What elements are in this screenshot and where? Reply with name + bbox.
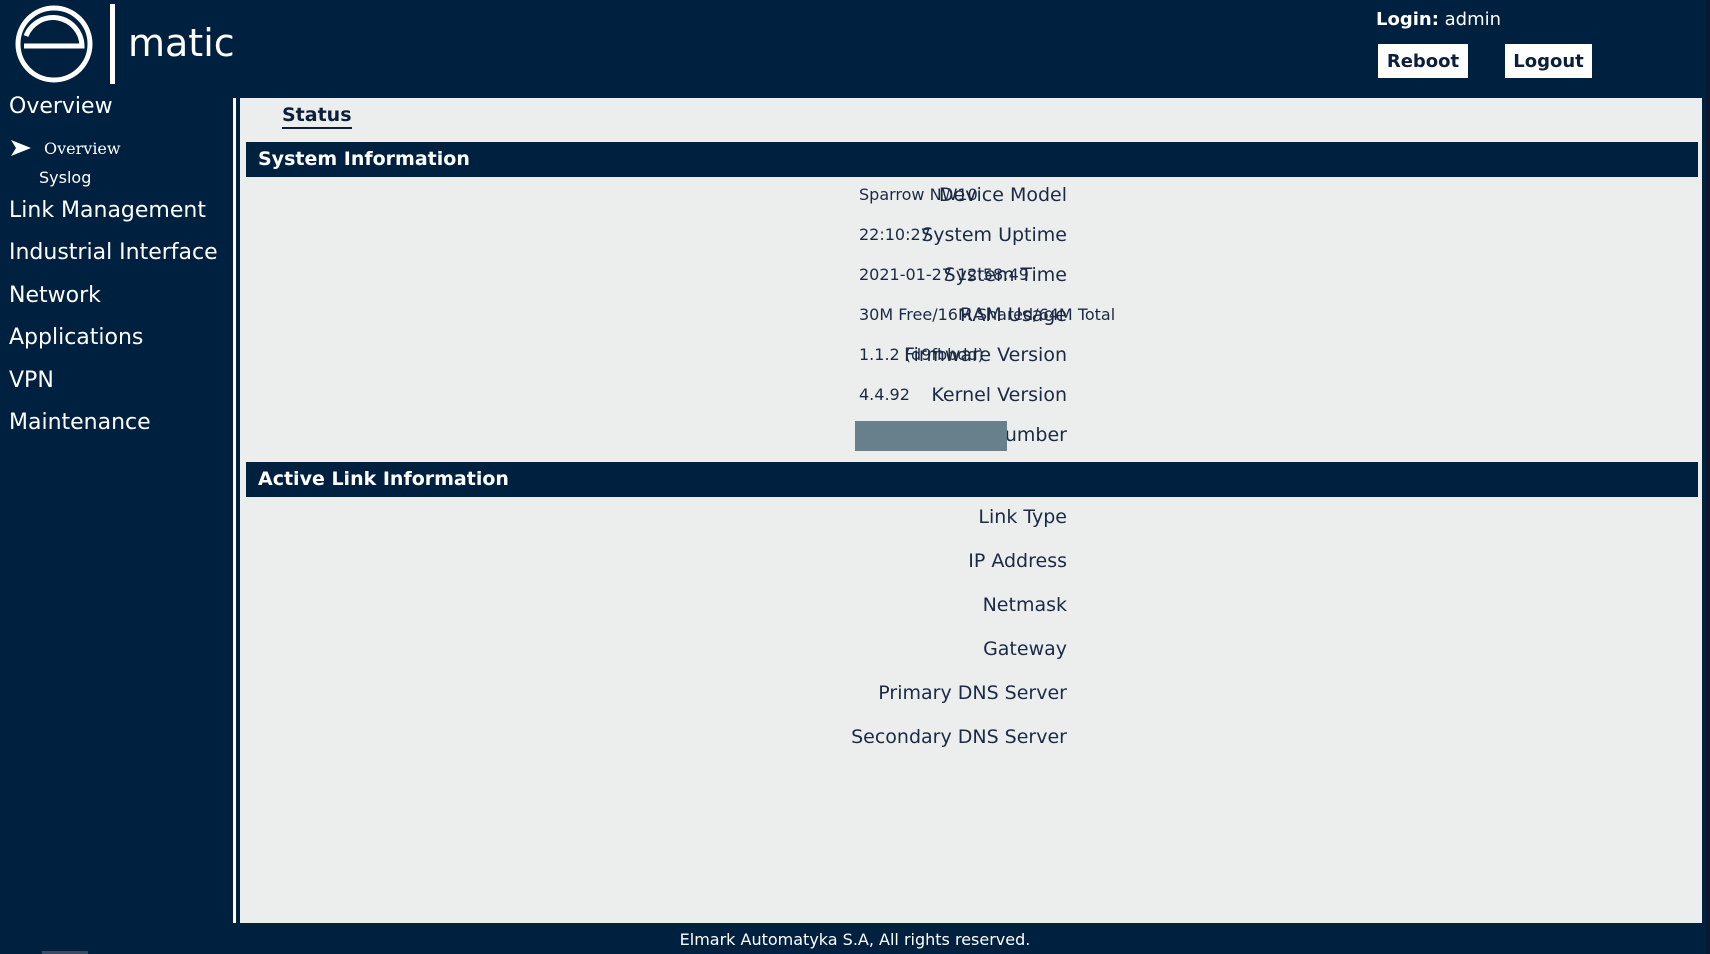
sidebar-item-link-management[interactable]: Link Management (9, 198, 206, 223)
system-information-header: System Information (246, 142, 1698, 177)
logo-graphic: matic (15, 4, 235, 84)
info-label: Secondary DNS Server (851, 726, 1067, 748)
sidebar-item-maintenance[interactable]: Maintenance (9, 410, 151, 435)
sidebar-divider (233, 98, 236, 923)
info-row-system-uptime: System Uptime 22:10:27 (240, 217, 1702, 253)
info-label: Primary DNS Server (878, 682, 1067, 704)
info-label: System Uptime (921, 224, 1067, 246)
sidebar-item-industrial-interface[interactable]: Industrial Interface (9, 240, 218, 265)
info-row-firmware-version: Firmware Version 1.1.2 (d9fbbdd) (240, 337, 1702, 373)
login-label: Login: (1376, 9, 1439, 30)
main-content: Status System Information Device Model S… (240, 98, 1702, 923)
vertical-scrollbar[interactable] (1706, 0, 1710, 954)
info-row-system-time: System Time 2021-01-27 12:58:49 (240, 257, 1702, 293)
sidebar-item-vpn[interactable]: VPN (9, 368, 54, 393)
info-row-secondary-dns: Secondary DNS Server (240, 719, 1702, 755)
footer-copyright: Elmark Automatyka S.A, All rights reserv… (679, 930, 1031, 949)
sidebar-item-network[interactable]: Network (9, 283, 101, 308)
info-row-link-type: Link Type (240, 499, 1702, 535)
info-label: IP Address (968, 550, 1067, 572)
login-info: Login: admin (1376, 9, 1501, 30)
info-value: 2021-01-27 12:58:49 (859, 265, 1029, 284)
tab-status[interactable]: Status (282, 104, 352, 129)
info-row-ip-address: IP Address (240, 543, 1702, 579)
page: matic Login: admin Reboot Logout Overvie… (0, 0, 1710, 954)
info-row-kernel-version: Kernel Version 4.4.92 (240, 377, 1702, 413)
info-value: 22:10:27 (859, 225, 931, 244)
info-value: 30M Free/16M Shared/64M Total (859, 305, 1116, 324)
sidebar-item-applications[interactable]: Applications (9, 325, 143, 350)
info-row-primary-dns: Primary DNS Server (240, 675, 1702, 711)
logo: matic (12, 2, 252, 88)
sidebar-subitem-overview[interactable]: Overview (44, 139, 121, 158)
info-label: Link Type (978, 506, 1067, 528)
reboot-button[interactable]: Reboot (1378, 44, 1468, 78)
logout-button[interactable]: Logout (1505, 44, 1592, 78)
active-link-information-header: Active Link Information (246, 462, 1698, 497)
info-label: Kernel Version (931, 384, 1067, 406)
info-label: Gateway (983, 638, 1067, 660)
login-user: admin (1444, 9, 1502, 30)
info-value: Sparrow NW10 (859, 185, 978, 204)
chevron-right-icon (11, 140, 31, 156)
serial-number-redacted (855, 421, 1007, 451)
info-row-netmask: Netmask (240, 587, 1702, 623)
logo-text: matic (128, 21, 235, 65)
info-label: Netmask (982, 594, 1067, 616)
sidebar-subitem-syslog[interactable]: Syslog (39, 168, 91, 187)
sidebar-item-overview[interactable]: Overview (9, 94, 113, 119)
info-value: 1.1.2 (d9fbbdd) (859, 345, 984, 364)
info-row-gateway: Gateway (240, 631, 1702, 667)
info-row-device-model: Device Model Sparrow NW10 (240, 177, 1702, 213)
info-row-ram-usage: RAM Usage 30M Free/16M Shared/64M Total (240, 297, 1702, 333)
info-value: 4.4.92 (859, 385, 910, 404)
